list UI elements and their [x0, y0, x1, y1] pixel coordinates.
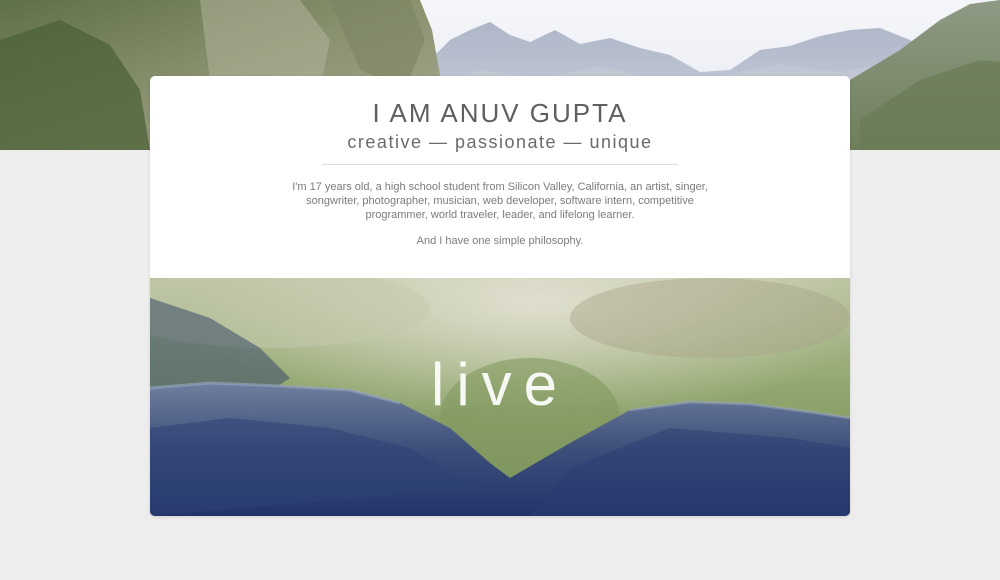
divider [322, 164, 678, 165]
bio-paragraph: I'm 17 years old, a high school student … [292, 181, 708, 221]
hero-image: live [150, 278, 850, 516]
intro-section: I AM ANUV GUPTA creative — passionate — … [150, 76, 850, 278]
tagline: creative — passionate — unique [347, 132, 653, 152]
hero-word: live [430, 351, 570, 418]
page-title: I AM ANUV GUPTA [372, 98, 628, 128]
page: I AM ANUV GUPTA creative — passionate — … [0, 0, 1000, 580]
philosophy-text: And I have one simple philosophy. [416, 235, 584, 247]
intro-card: I AM ANUV GUPTA creative — passionate — … [150, 76, 850, 516]
